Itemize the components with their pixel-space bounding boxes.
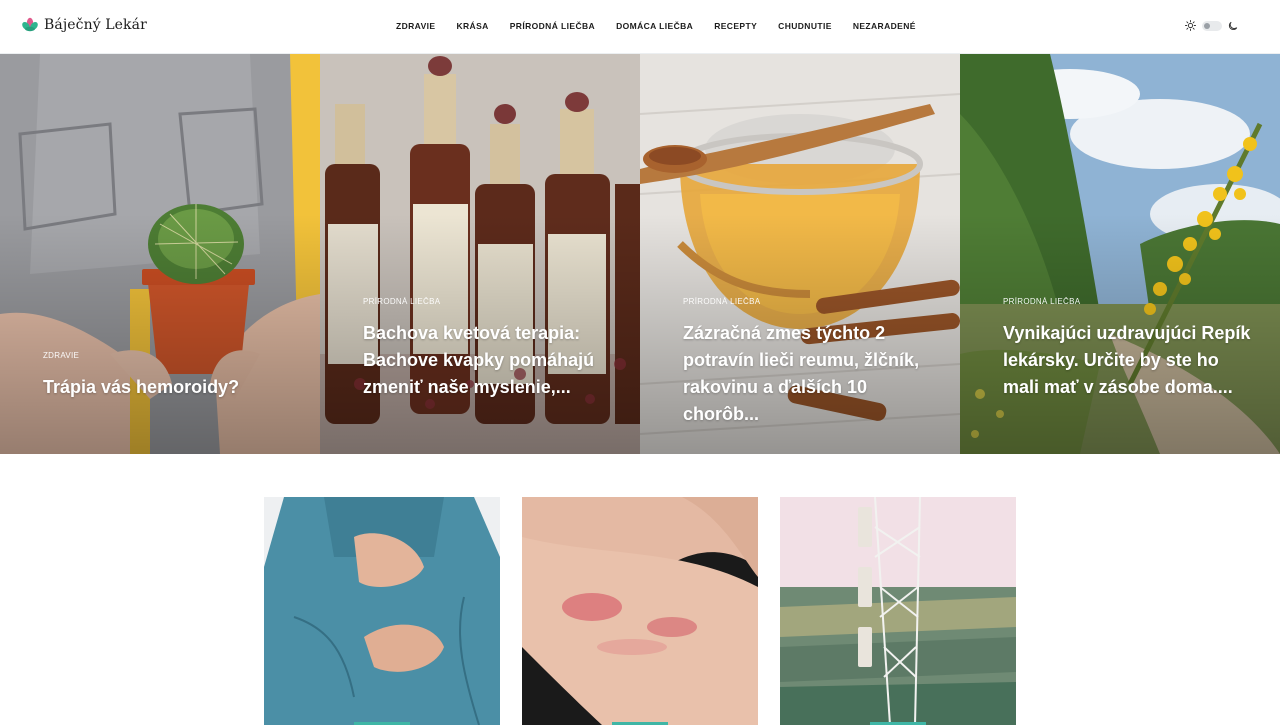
site-name: Báječný Lekár: [44, 17, 147, 33]
moon-icon: [1228, 21, 1238, 30]
featured-card-zazracna-zmes[interactable]: PRÍRODNÁ LIEČBA Zázračná zmes týchto 2 p…: [640, 54, 960, 454]
nav-item-domaca-liecba[interactable]: DOMÁCA LIEČBA: [616, 21, 693, 31]
site-header: Báječný Lekár ZDRAVIE KRÁSA PRÍRODNÁ LIE…: [0, 0, 1280, 54]
stomach-pain-photo: [264, 497, 500, 725]
nav-item-nezaradene[interactable]: NEZARADENÉ: [853, 21, 916, 31]
theme-toggle[interactable]: [1185, 20, 1238, 31]
lotus-logo-icon: [22, 17, 38, 32]
category-label[interactable]: PRÍRODNÁ LIEČBA: [1003, 297, 1253, 306]
post-card[interactable]: [522, 497, 758, 725]
post-title[interactable]: Trápia vás hemoroidy?: [43, 374, 293, 401]
nav-item-krasa[interactable]: KRÁSA: [456, 21, 488, 31]
post-title[interactable]: Zázračná zmes týchto 2 potravín lieči re…: [683, 320, 933, 428]
category-label[interactable]: ZDRAVIE: [43, 351, 293, 360]
skin-rash-photo: [522, 497, 758, 725]
recent-posts: [264, 497, 1016, 725]
featured-card-bachova-terapia[interactable]: PRÍRODNÁ LIEČBA Bachova kvetová terapia:…: [320, 54, 640, 454]
featured-posts: ZDRAVIE Trápia vás hemoroidy? PRÍRODNÁ L…: [0, 54, 1280, 454]
post-card[interactable]: [264, 497, 500, 725]
nav-item-chudnutie[interactable]: CHUDNUTIE: [778, 21, 832, 31]
category-label[interactable]: PRÍRODNÁ LIEČBA: [683, 297, 933, 306]
nav-item-prirodna-liecba[interactable]: PRÍRODNÁ LIEČBA: [510, 21, 595, 31]
cell-tower-photo: [780, 497, 1016, 725]
main-nav: ZDRAVIE KRÁSA PRÍRODNÁ LIEČBA DOMÁCA LIE…: [396, 21, 937, 31]
category-label[interactable]: PRÍRODNÁ LIEČBA: [363, 297, 613, 306]
featured-card-repik-lekarsky[interactable]: PRÍRODNÁ LIEČBA Vynikajúci uzdravujúci R…: [960, 54, 1280, 454]
post-card[interactable]: [780, 497, 1016, 725]
post-title[interactable]: Bachova kvetová terapia: Bachove kvapky …: [363, 320, 613, 401]
sun-icon: [1185, 20, 1196, 31]
featured-card-hemoroidy[interactable]: ZDRAVIE Trápia vás hemoroidy?: [0, 54, 320, 454]
nav-item-recepty[interactable]: RECEPTY: [714, 21, 757, 31]
site-logo[interactable]: Báječný Lekár: [21, 16, 147, 34]
theme-switch[interactable]: [1202, 20, 1222, 31]
post-title[interactable]: Vynikajúci uzdravujúci Repík lekársky. U…: [1003, 320, 1253, 401]
nav-item-zdravie[interactable]: ZDRAVIE: [396, 21, 435, 31]
